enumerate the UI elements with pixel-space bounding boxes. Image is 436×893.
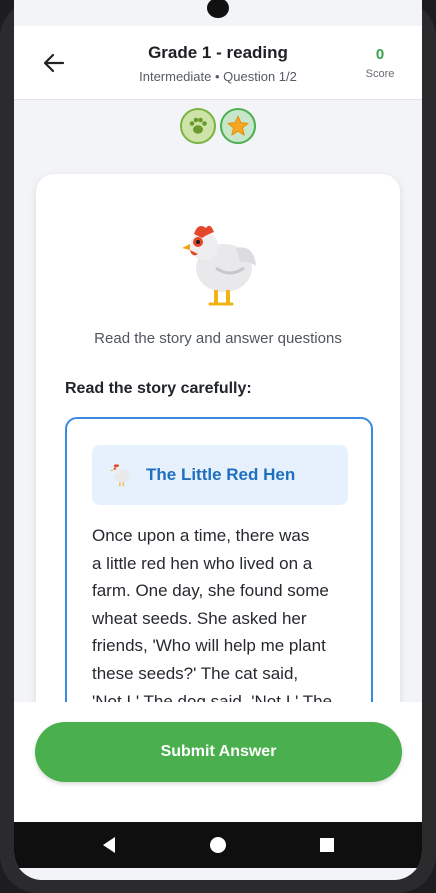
nav-home-button[interactable] <box>203 830 233 860</box>
story-header: The Little Red Hen <box>92 445 348 505</box>
star-badge <box>220 108 256 144</box>
hen-icon <box>110 464 131 487</box>
story-line: friends, 'Who will help me plant <box>92 636 326 656</box>
triangle-back-icon <box>102 837 115 853</box>
card-caption: Read the story and answer questions <box>94 330 342 347</box>
score-label: Score <box>365 68 395 80</box>
phone-frame: Grade 1 - reading Intermediate • Questio… <box>0 0 436 893</box>
star-icon <box>227 115 249 136</box>
question-card: Read the story and answer questions Read… <box>36 174 400 817</box>
paw-icon <box>189 117 207 134</box>
app-header: Grade 1 - reading Intermediate • Questio… <box>14 26 422 100</box>
section-title: Read the story carefully: <box>65 380 252 397</box>
app-screen: Grade 1 - reading Intermediate • Questio… <box>14 0 422 880</box>
submit-answer-button[interactable]: Submit Answer <box>35 722 402 782</box>
story-title: The Little Red Hen <box>146 465 296 484</box>
story-line: Once upon a time, there was <box>92 526 310 545</box>
bottom-action-bar: Submit Answer <box>14 702 422 822</box>
story-line: farm. One day, she found some <box>92 581 329 601</box>
paw-badge <box>180 108 216 144</box>
score-value: 0 <box>375 46 385 63</box>
nav-back-button[interactable] <box>94 830 124 860</box>
story-text: Once upon a time, there was a little red… <box>92 522 350 715</box>
story-line: these seeds?' The cat said, <box>92 663 299 683</box>
story-line: a little red hen who lived on a <box>92 553 313 573</box>
hen-icon <box>182 225 256 306</box>
story-line: wheat seeds. She asked her <box>92 608 307 628</box>
circle-home-icon <box>209 837 226 853</box>
nav-recents-button[interactable] <box>312 830 342 860</box>
square-recents-icon <box>320 838 335 852</box>
system-navigation-bar <box>14 822 422 868</box>
achievement-badges <box>14 108 422 144</box>
